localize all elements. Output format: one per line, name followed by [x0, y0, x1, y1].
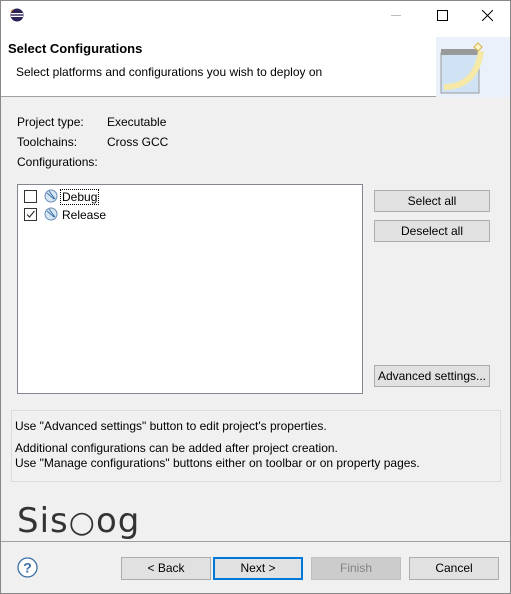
release-label: Release — [62, 208, 107, 222]
close-button[interactable] — [482, 10, 493, 21]
maximize-button[interactable] — [437, 10, 448, 21]
finish-button[interactable]: Finish — [311, 557, 401, 580]
configurations-list: Debug Release — [17, 184, 363, 394]
svg-text:?: ? — [23, 560, 32, 576]
footer-divider — [1, 541, 510, 542]
wizard-header: Select Configurations Select platforms a… — [1, 31, 510, 97]
release-checkbox[interactable] — [24, 208, 37, 221]
select-all-button[interactable]: Select all — [374, 190, 490, 212]
minimize-button[interactable] — [391, 15, 401, 16]
configuration-icon — [44, 207, 58, 221]
eclipse-icon — [10, 8, 24, 22]
wizard-banner-icon — [436, 37, 510, 97]
help-icon[interactable]: ? — [17, 557, 38, 578]
toolchains-value: Cross GCC — [107, 135, 169, 149]
debug-label: Debug — [60, 189, 100, 205]
next-button[interactable]: Next > — [213, 557, 303, 580]
info-panel: Use "Advanced settings" button to edit p… — [11, 410, 501, 482]
info-line: Use "Manage configurations" buttons eith… — [15, 456, 420, 470]
project-type-value: Executable — [107, 115, 167, 129]
info-line: Additional configurations can be added a… — [15, 441, 338, 455]
toolchains-label: Toolchains: — [17, 135, 78, 149]
debug-checkbox[interactable] — [24, 190, 37, 203]
title-bar — [1, 1, 510, 31]
watermark-logo: Sis○og — [17, 501, 141, 541]
configuration-icon — [44, 189, 58, 203]
back-button[interactable]: < Back — [121, 557, 211, 580]
page-title: Select Configurations — [8, 41, 143, 56]
configurations-label: Configurations: — [17, 155, 98, 169]
project-type-label: Project type: — [17, 115, 84, 129]
info-line: Use "Advanced settings" button to edit p… — [15, 419, 327, 433]
page-subtitle: Select platforms and configurations you … — [16, 65, 323, 79]
deselect-all-button[interactable]: Deselect all — [374, 220, 490, 242]
advanced-settings-button[interactable]: Advanced settings... — [374, 365, 490, 387]
cancel-button[interactable]: Cancel — [409, 557, 499, 580]
checkmark-icon — [26, 210, 35, 218]
